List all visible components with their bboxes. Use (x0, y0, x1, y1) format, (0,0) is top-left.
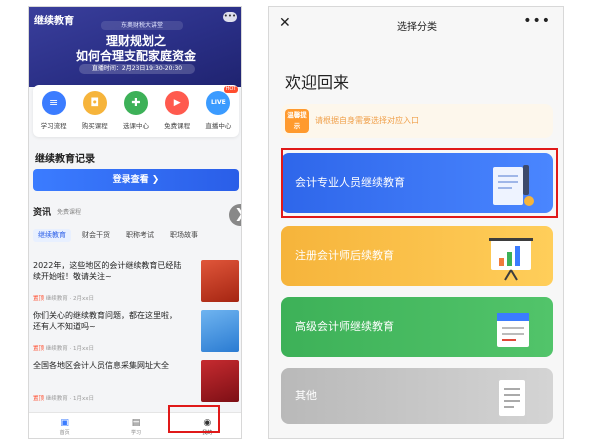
quick-item-course-center[interactable]: ✚ 选课中心 (118, 91, 154, 137)
quick-menu: ≡ 学习流程 ◘ 购买课程 ✚ 选课中心 ▶ 免费课程 LIVE HOT 直播中… (33, 85, 239, 137)
more-icon[interactable]: ••• (223, 12, 237, 22)
page-title: 选择分类 (397, 22, 437, 33)
tab-finance-tips[interactable]: 财会干货 (77, 229, 115, 242)
quick-item-label: 直播中心 (205, 122, 232, 130)
right-phone-screen: ✕ 选择分类 ••• 欢迎回来 温馨提示 请根据自身需要选择对应入口 会计专业人… (268, 6, 564, 439)
article-date: 继续教育 · 1月xx日 (45, 396, 95, 402)
book-icon (497, 313, 529, 347)
presentation-icon (489, 238, 533, 281)
list-item[interactable]: 全国各地区会计人员信息采集网址大全 置顶 继续教育 · 1月xx日 (33, 360, 239, 408)
tip-banner: 温馨提示 请根据自身需要选择对应入口 (281, 104, 553, 138)
study-icon: ▤ (131, 417, 141, 428)
scroll-right-button[interactable]: ❯ (229, 204, 241, 226)
select-icon: ✚ (123, 91, 148, 115)
quick-item-free-course[interactable]: ▶ 免费课程 (159, 91, 195, 137)
category-senior-accountant[interactable]: 高级会计师继续教育 (281, 297, 553, 357)
play-icon: ▶ (165, 91, 190, 115)
quick-item-label: 学习流程 (40, 122, 67, 130)
article-meta: 置顶 继续教育 · 1月xx日 (33, 344, 94, 352)
pinned-tag: 置顶 (33, 396, 45, 402)
category-label: 高级会计师继续教育 (295, 320, 394, 333)
list-item[interactable]: 你们关心的继续教育问题，都在这里啦，还有人不知道吗~ 置顶 继续教育 · 1月x… (33, 310, 239, 358)
highlight-frame-accounting-staff (281, 148, 558, 218)
book-icon: ≡ (41, 91, 66, 115)
tip-badge: 温馨提示 (285, 109, 309, 133)
top-bar: ✕ 选择分类 ••• (269, 7, 563, 43)
quick-item-label: 选课中心 (122, 122, 149, 130)
nav-home[interactable]: ▣ 首页 (45, 418, 85, 436)
article-thumbnail (201, 310, 239, 352)
category-other[interactable]: 其他 (281, 368, 553, 424)
bag-icon: ◘ (82, 91, 107, 115)
category-label: 其他 (295, 389, 317, 402)
home-icon: ▣ (60, 417, 69, 428)
news-subheading[interactable]: 免费课程 (57, 207, 81, 216)
article-meta: 置顶 继续教育 · 1月xx日 (33, 394, 94, 402)
pinned-tag: 置顶 (33, 296, 45, 302)
news-tabs: 继续教育 财会干货 职称考试 职场故事 (33, 229, 203, 242)
tab-continuing-education[interactable]: 继续教育 (33, 229, 71, 242)
live-icon: LIVE (206, 91, 231, 115)
quick-item-learning-flow[interactable]: ≡ 学习流程 (36, 91, 72, 137)
news-heading: 资讯 (33, 208, 52, 218)
quick-item-live-center[interactable]: LIVE HOT 直播中心 (200, 86, 239, 137)
list-item[interactable]: 2022年，这些地区的会计继续教育已经陆续开始啦！敬请关注~ 置顶 继续教育 ·… (33, 260, 239, 308)
login-view-button[interactable]: 登录查看 ❯ (33, 169, 239, 191)
quick-item-label: 免费课程 (164, 122, 191, 130)
article-title: 你们关心的继续教育问题，都在这里啦，还有人不知道吗~ (33, 311, 177, 331)
left-phone-screen: 继续教育 ••• 东奥财税大讲堂 理财规划之 如何合理支配家庭资金 直播时间：2… (28, 6, 242, 439)
login-button-label: 登录查看 (112, 175, 149, 185)
banner-subtitle: 如何合理支配家庭资金 (75, 49, 196, 63)
more-icon[interactable]: ••• (523, 13, 551, 29)
record-title: 继续教育记录 (35, 154, 95, 165)
pinned-tag: 置顶 (33, 346, 45, 352)
document-icon (499, 380, 525, 416)
app-brand: 继续教育 (34, 16, 74, 27)
hot-badge: HOT (223, 86, 239, 93)
welcome-heading: 欢迎回来 (285, 73, 350, 92)
banner-ribbon: 东奥财税大讲堂 (101, 21, 183, 30)
tip-text: 请根据自身需要选择对应入口 (315, 116, 419, 125)
nav-label: 首页 (59, 429, 70, 436)
article-thumbnail (201, 360, 239, 402)
article-title: 全国各地区会计人员信息采集网址大全 (33, 361, 169, 370)
nav-label: 学习 (130, 429, 141, 436)
article-date: 继续教育 · 2月xx日 (45, 296, 95, 302)
nav-study[interactable]: ▤ 学习 (116, 418, 156, 436)
quick-item-label: 购买课程 (81, 122, 108, 130)
article-date: 继续教育 · 1月xx日 (45, 346, 95, 352)
category-label: 注册会计师后续教育 (295, 249, 394, 262)
live-banner[interactable]: 继续教育 ••• 东奥财税大讲堂 理财规划之 如何合理支配家庭资金 直播时间：2… (29, 7, 241, 87)
banner-time: 直播时间：2月23日19:30-20:30 (79, 64, 195, 74)
category-cpa[interactable]: 注册会计师后续教育 (281, 226, 553, 286)
tab-title-exam[interactable]: 职称考试 (121, 229, 159, 242)
quick-item-buy-course[interactable]: ◘ 购买课程 (77, 91, 113, 137)
highlight-frame-profile (168, 405, 220, 433)
article-meta: 置顶 继续教育 · 2月xx日 (33, 294, 94, 302)
tab-workplace-stories[interactable]: 职场故事 (165, 229, 203, 242)
article-thumbnail (201, 260, 239, 302)
article-title: 2022年，这些地区的会计继续教育已经陆续开始啦！敬请关注~ (33, 261, 182, 281)
